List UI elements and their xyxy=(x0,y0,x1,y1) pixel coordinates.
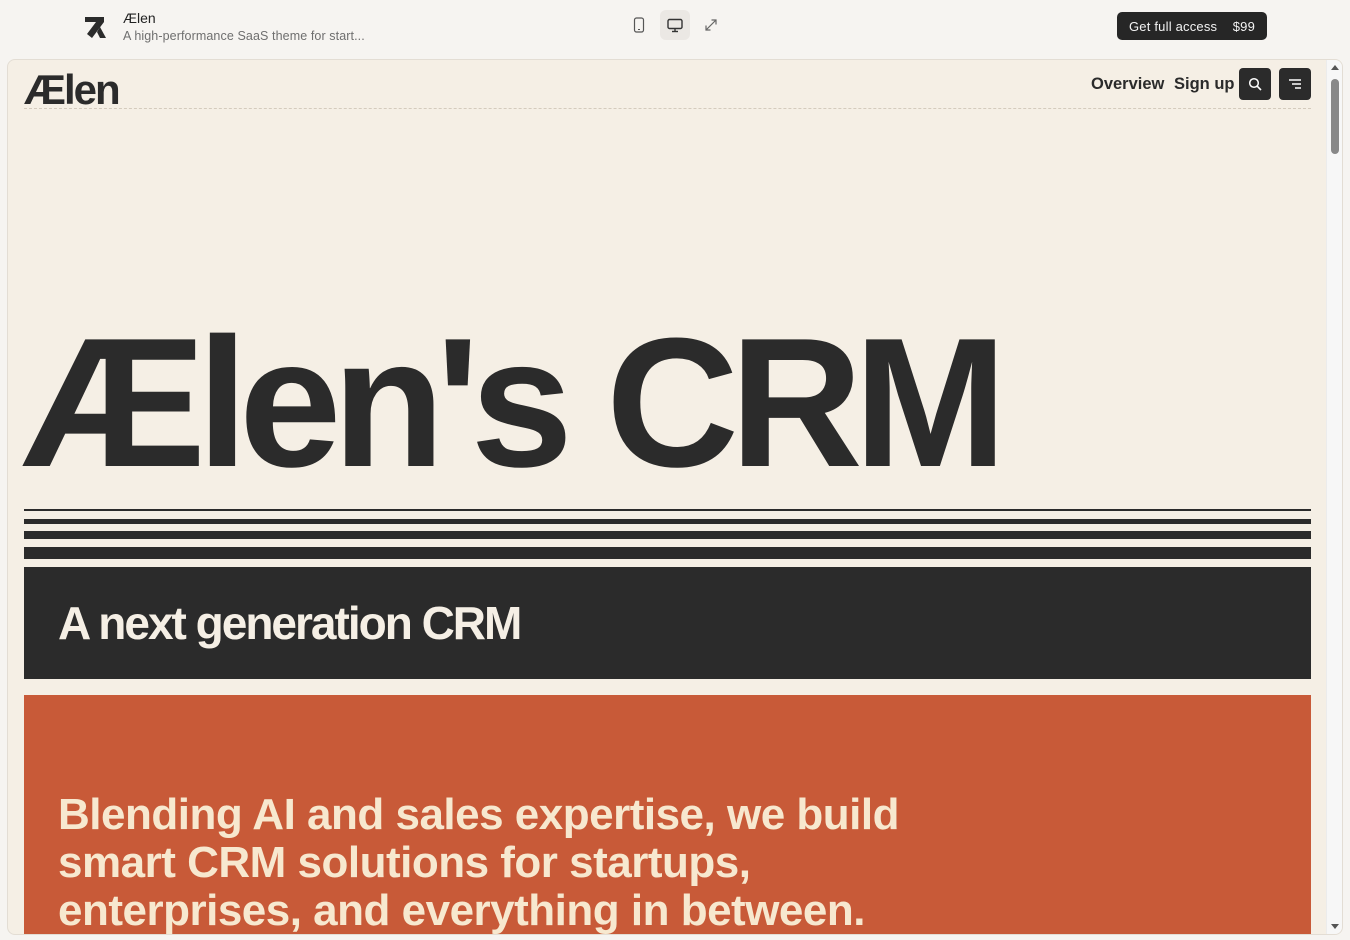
decorative-stripe xyxy=(24,531,1311,539)
cta-label: Get full access xyxy=(1129,18,1218,34)
theme-title: Ælen xyxy=(123,10,156,26)
menu-button[interactable] xyxy=(1279,68,1311,100)
decorative-stripe xyxy=(24,519,1311,524)
search-icon xyxy=(1248,77,1262,91)
expand-icon xyxy=(705,19,717,31)
menu-icon xyxy=(1289,79,1301,89)
scroll-up-arrow-icon[interactable] xyxy=(1331,65,1339,70)
header-divider xyxy=(24,108,1311,109)
site-logo[interactable]: Ælen xyxy=(24,66,121,114)
fullscreen-button[interactable] xyxy=(696,10,726,40)
monitor-icon xyxy=(667,18,683,32)
phone-icon xyxy=(633,17,645,33)
scroll-down-arrow-icon[interactable] xyxy=(1331,924,1339,929)
theme-subtitle: A high-performance SaaS theme for start.… xyxy=(123,29,365,43)
tagline-text: Blending AI and sales expertise, we buil… xyxy=(58,790,899,935)
scrollbar-thumb[interactable] xyxy=(1331,79,1339,154)
site-preview-frame[interactable]: Ælen Overview Sign up Ælen's CRM A next … xyxy=(7,59,1343,935)
band-heading: A next generation CRM xyxy=(58,597,522,649)
search-button[interactable] xyxy=(1239,68,1271,100)
preview-topbar: Ælen A high-performance SaaS theme for s… xyxy=(0,0,1350,58)
tagline-section: Blending AI and sales expertise, we buil… xyxy=(24,695,1311,935)
cta-price: $99 xyxy=(1232,18,1255,34)
scrollbar[interactable] xyxy=(1326,60,1342,934)
nav-signup-link[interactable]: Sign up xyxy=(1174,73,1235,95)
nav-overview-link[interactable]: Overview xyxy=(1091,73,1164,95)
get-full-access-button[interactable]: Get full access $99 xyxy=(1117,12,1267,40)
decorative-stripe xyxy=(24,547,1311,559)
brand-logo-icon xyxy=(85,17,106,38)
decorative-stripe xyxy=(24,509,1311,511)
hero-title: Ælen's CRM xyxy=(22,299,1007,505)
desktop-view-button[interactable] xyxy=(660,10,690,40)
mobile-view-button[interactable] xyxy=(624,10,654,40)
headline-band: A next generation CRM xyxy=(24,567,1311,679)
